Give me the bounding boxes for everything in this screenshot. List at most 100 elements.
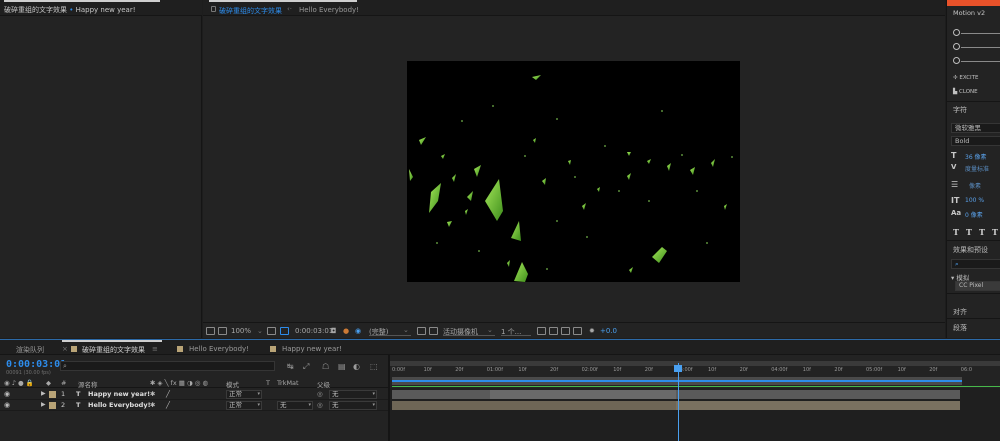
column-trkmat[interactable]: TrkMat <box>277 379 299 387</box>
exposure-value[interactable]: +0.0 <box>600 327 617 335</box>
layer-label-color[interactable] <box>49 391 56 398</box>
current-time-indicator[interactable] <box>678 363 679 441</box>
slider-knob[interactable] <box>953 57 960 64</box>
timeline-search-input[interactable] <box>60 361 275 371</box>
blend-mode-select[interactable]: 正常 ▾ <box>226 401 262 410</box>
column-parent[interactable]: 父级 <box>317 379 330 389</box>
color-channel-icon[interactable]: ◉ <box>355 327 361 335</box>
chevron-down-icon[interactable]: ⌄ <box>257 327 263 335</box>
layer-name[interactable]: Happy new year! <box>88 390 150 398</box>
viewer-tab-comp[interactable]: 破碎重组的文字效果 <box>219 6 282 16</box>
exposure-icon[interactable]: ✹ <box>589 327 595 335</box>
parent-select[interactable]: 无 ▾ <box>329 401 377 410</box>
flowchart-arrow-icon: ‹· <box>287 5 293 13</box>
motion-blur-icon[interactable]: ◐ <box>353 362 360 371</box>
column-mode[interactable]: 模式 <box>226 379 239 389</box>
mask-visibility-icon[interactable] <box>280 327 289 335</box>
slider-knob[interactable] <box>953 43 960 50</box>
comp-mini-flowchart-icon[interactable]: ↹ <box>287 362 294 371</box>
effect-item-cc-pixel[interactable]: CC Pixel <box>955 281 1000 291</box>
grid-icon[interactable] <box>267 327 276 335</box>
shy-switch-icon[interactable]: ✱ <box>150 401 155 409</box>
eye-icon[interactable]: ◉ <box>4 401 10 409</box>
monitor-icon[interactable] <box>218 327 227 335</box>
toggle-pixel-aspect-icon[interactable] <box>537 327 546 335</box>
region-of-interest-icon[interactable] <box>417 327 426 335</box>
comp-label-swatch <box>177 346 183 352</box>
track-matte-value: 无 <box>280 401 287 409</box>
layer-label-color[interactable] <box>49 402 56 409</box>
pick-whip-icon[interactable]: ◎ <box>317 390 323 398</box>
clone-button[interactable]: ▙ CLONE <box>953 89 978 95</box>
font-size-icon: T <box>951 151 957 160</box>
transparency-grid-icon[interactable] <box>429 327 438 335</box>
current-time[interactable]: 0:00:03:01 <box>295 327 333 335</box>
divider <box>947 318 1000 319</box>
kerning-value[interactable]: 度量标准 <box>965 164 989 173</box>
chevron-down-icon: ▾ <box>308 402 311 408</box>
layer-track-area[interactable] <box>390 388 1000 441</box>
frame-blending-icon[interactable]: ▤ <box>338 362 346 371</box>
timeline-timecode[interactable]: 0:00:03:01 <box>6 359 66 370</box>
current-time-indicator-head[interactable] <box>674 365 682 372</box>
chevron-down-icon: ▾ <box>372 391 375 397</box>
eye-icon[interactable]: ◉ <box>4 390 10 398</box>
tab-happy-new-year[interactable]: Happy new year! <box>282 345 342 353</box>
baseline-shift-icon: Aa <box>951 209 962 217</box>
expand-triangle-icon[interactable]: ▶ <box>41 401 46 408</box>
baseline-shift-value[interactable]: 0 像素 <box>965 210 983 219</box>
draft-3d-icon[interactable]: ⤢ <box>303 362 309 372</box>
slider-knob[interactable] <box>953 29 960 36</box>
pick-whip-icon[interactable]: ◎ <box>317 401 323 409</box>
faux-italic-icon[interactable]: T <box>966 227 972 237</box>
timeline-icon[interactable] <box>561 327 570 335</box>
font-size-value[interactable]: 36 像素 <box>965 152 987 161</box>
slider-track[interactable] <box>961 61 1000 62</box>
lock-icon[interactable] <box>211 6 216 12</box>
zoom-select[interactable]: 100% <box>231 327 251 335</box>
snapshot-icon[interactable] <box>206 327 215 335</box>
view-layout-select[interactable]: 1 个... <box>501 326 531 336</box>
fast-preview-icon[interactable] <box>549 327 558 335</box>
slider-track[interactable] <box>961 33 1000 34</box>
font-style-select[interactable]: Bold <box>951 136 1000 146</box>
timeline-layer-row[interactable]: ◉ ▶ 2 T Hello Everybody! ✱ ╱ 正常 ▾ 无 ▾ ◎ … <box>0 400 388 411</box>
close-icon[interactable]: × <box>62 345 68 353</box>
graph-editor-icon[interactable]: ⬚ <box>370 362 378 371</box>
expand-triangle-icon[interactable]: ▶ <box>41 390 46 397</box>
font-family-select[interactable]: 微软雅黑 <box>951 123 1000 133</box>
shy-switch-icon[interactable]: ✱ <box>150 390 155 398</box>
viewer-tab-hello[interactable]: Hello Everybody! <box>299 6 359 14</box>
resolution-select[interactable]: (完整) ⌄ <box>369 326 411 336</box>
parent-select[interactable]: 无 ▾ <box>329 390 377 399</box>
quality-switch-icon[interactable]: ╱ <box>166 401 170 409</box>
project-tab[interactable]: 破碎重组的文字效果 • Happy new year! <box>4 5 136 15</box>
layer-duration-bar[interactable] <box>392 390 960 399</box>
slider-track[interactable] <box>961 47 1000 48</box>
leading-value[interactable]: 像素 <box>969 181 981 190</box>
quality-switch-icon[interactable]: ╱ <box>166 390 170 398</box>
vertical-scale-value[interactable]: 100 % <box>965 197 984 204</box>
layer-name[interactable]: Hello Everybody! <box>88 401 151 409</box>
camera-snapshot-icon[interactable]: ◘ <box>331 327 337 335</box>
timeline-layer-row[interactable]: ◉ ▶ 1 T Happy new year! ✱ ╱ 正常 ▾ ◎ 无 ▾ <box>0 389 388 400</box>
column-source-name[interactable]: 源名称 <box>78 379 98 389</box>
effects-search-input[interactable]: ⌕ <box>951 259 1000 269</box>
excite-button[interactable]: ✢ EXCITE <box>953 75 979 81</box>
tab-comp[interactable]: 破碎重组的文字效果 <box>82 345 145 355</box>
faux-bold-icon[interactable]: T <box>953 227 959 237</box>
all-caps-icon[interactable]: T <box>979 227 985 237</box>
small-caps-icon[interactable]: T <box>992 227 998 237</box>
flowchart-icon[interactable] <box>573 327 582 335</box>
show-snapshot-icon[interactable]: ● <box>343 327 349 335</box>
ruler-tick-label: 10f <box>613 367 622 373</box>
composition-canvas[interactable] <box>407 61 740 282</box>
blend-mode-select[interactable]: 正常 ▾ <box>226 390 262 399</box>
tab-menu-icon[interactable]: ≡ <box>152 345 158 353</box>
shy-layers-icon[interactable]: ☖ <box>322 362 329 371</box>
tab-hello-everybody[interactable]: Hello Everybody! <box>189 345 249 353</box>
camera-select[interactable]: 活动摄像机 ⌄ <box>443 326 495 336</box>
time-navigator-bar[interactable] <box>390 361 1000 366</box>
track-matte-select[interactable]: 无 ▾ <box>277 401 313 410</box>
tab-render-queue[interactable]: 渲染队列 <box>16 345 44 355</box>
